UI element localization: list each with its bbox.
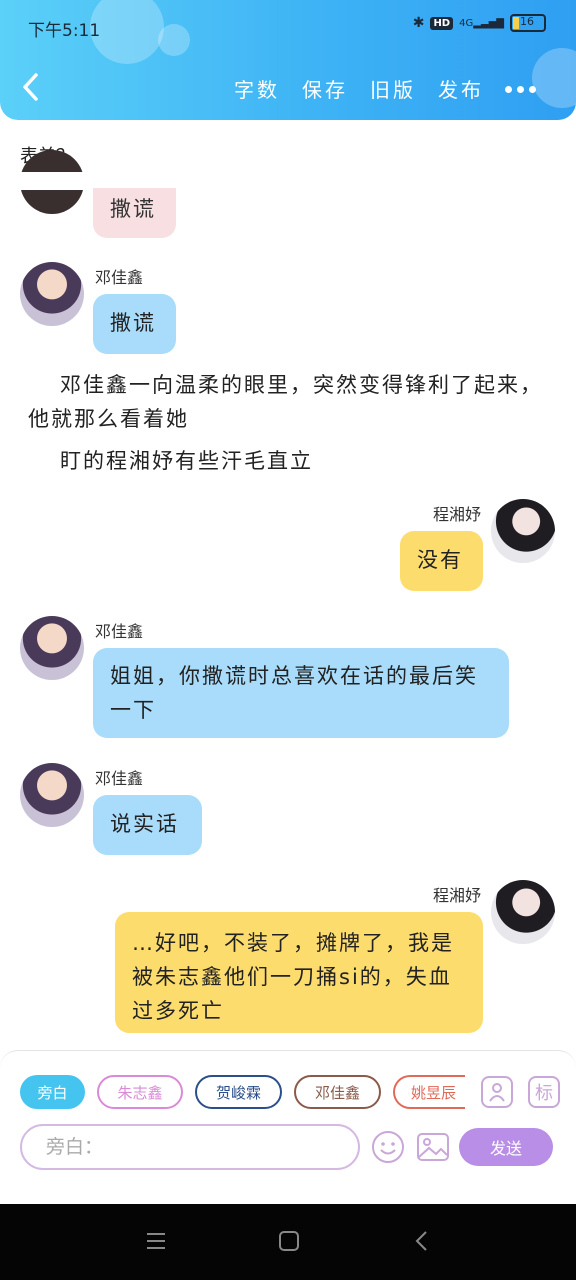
- message-bubble[interactable]: 撒谎: [93, 294, 176, 354]
- sender-name: 邓佳鑫: [95, 622, 144, 641]
- battery-icon: 16: [510, 14, 546, 32]
- text-input[interactable]: 旁白：: [20, 1124, 360, 1170]
- image-icon[interactable]: [416, 1130, 450, 1164]
- decor-bubble: [158, 24, 190, 56]
- more-icon[interactable]: [505, 86, 536, 93]
- save-button[interactable]: 保存: [302, 74, 348, 103]
- avatar-deng-jiaxin[interactable]: [20, 763, 84, 827]
- sender-name: 邓佳鑫: [95, 769, 144, 788]
- mark-icon[interactable]: 标: [528, 1076, 560, 1108]
- home-icon[interactable]: [274, 1226, 304, 1256]
- scroll-mask: [0, 172, 576, 190]
- emoji-icon[interactable]: [371, 1130, 405, 1164]
- message-bubble[interactable]: 姐姐，你撒谎时总喜欢在话的最后笑一下: [93, 648, 509, 738]
- back-nav-icon[interactable]: [407, 1226, 437, 1256]
- role-chip-yao-yuchen[interactable]: 姚昱辰: [393, 1075, 465, 1109]
- hd-icon: HD: [430, 16, 454, 30]
- narration-text: 邓佳鑫一向温柔的眼里，突然变得锋利了起来，他就那么看着她: [28, 373, 543, 431]
- avatar-cheng-xiangyu[interactable]: [491, 880, 555, 944]
- avatar-cheng-xiangyu[interactable]: [491, 499, 555, 563]
- message-bubble[interactable]: …好吧，不装了，摊牌了，我是被朱志鑫他们一刀捅si的，失血过多死亡: [115, 912, 483, 1033]
- message-bubble[interactable]: 撒谎: [93, 188, 176, 238]
- role-chip-he-junlin[interactable]: 贺峻霖: [195, 1075, 282, 1109]
- send-button[interactable]: 发送: [459, 1128, 553, 1166]
- header-toolbar: 字数 保存 旧版 发布: [234, 74, 484, 103]
- status-icons: ✱ HD 4G▂▃▅▇ 16: [413, 14, 546, 32]
- sender-name: 邓佳鑫: [95, 268, 144, 287]
- sender-name: 程湘妤: [432, 505, 481, 524]
- role-chip-zhu-zhixin[interactable]: 朱志鑫: [97, 1075, 183, 1109]
- decor-bubble: [90, 0, 164, 64]
- narration-text: 盯的程湘妤有些汗毛直立: [60, 449, 313, 473]
- role-chip-narrator[interactable]: 旁白: [20, 1075, 85, 1109]
- message-bubble[interactable]: 说实话: [93, 795, 202, 855]
- publish-button[interactable]: 发布: [438, 74, 484, 103]
- avatar-deng-jiaxin[interactable]: [20, 262, 84, 326]
- decor-bubble: [532, 48, 576, 108]
- sender-name: 程湘妤: [432, 886, 481, 905]
- back-icon[interactable]: [20, 72, 42, 102]
- avatar-deng-jiaxin[interactable]: [20, 616, 84, 680]
- app-header: 下午5:11 ✱ HD 4G▂▃▅▇ 16 字数 保存 旧版 发布: [0, 0, 576, 120]
- old-version-button[interactable]: 旧版: [370, 74, 416, 103]
- menu-icon[interactable]: [141, 1226, 171, 1256]
- signal-icon: 4G▂▃▅▇: [459, 17, 504, 29]
- message-bubble[interactable]: 没有: [400, 531, 483, 591]
- bluetooth-icon: ✱: [412, 15, 425, 31]
- word-count-button[interactable]: 字数: [234, 74, 280, 103]
- role-chip-deng-jiaxin[interactable]: 邓佳鑫: [294, 1075, 381, 1109]
- person-add-icon[interactable]: [481, 1076, 513, 1108]
- status-time: 下午5:11: [28, 21, 101, 41]
